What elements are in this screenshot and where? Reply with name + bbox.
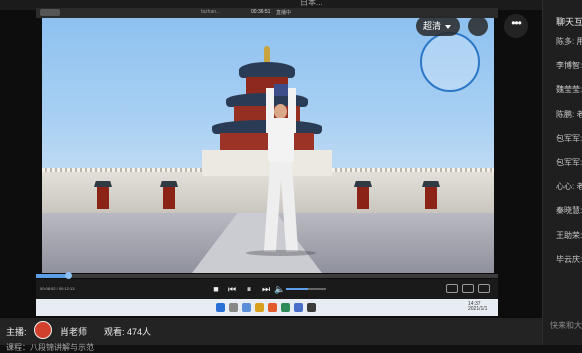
playback-progress-fill [36,274,69,278]
app-icon[interactable] [268,303,277,312]
previous-icon[interactable]: ⏮ [226,283,238,295]
taskbar-clock: 14:37 2021/1/1 [468,301,488,312]
chat-message: 包军军: [556,133,582,143]
player-app-icon[interactable] [294,303,303,312]
stream-info-bar: 主播: 肖老师 观看: 474人 课程：八段锦讲解与示范 [0,318,542,352]
quality-badge-icon[interactable] [446,284,458,293]
playback-knob[interactable] [65,272,73,279]
start-icon[interactable] [216,303,225,312]
chat-panel: 聊天互 陈多: 用李博智: 魏莹莹: 陈鹏: 老包军军: 包军军: 心心: 老秦晓慧: 王… [542,0,582,345]
live-stream-stage: 日本... fazhan... 00:36:51 直播中 00:08:52 / … [0,0,542,318]
volume-icon[interactable]: 🔈 [274,283,286,295]
chat-message-list: 陈多: 用李博智: 魏莹莹: 陈鹏: 老包军军: 包军军: 心心: 老秦晓慧: 王助荣: 毕… [556,36,582,278]
chat-message: 毕云庆: [556,254,582,264]
window-title: 日本... [300,0,323,7]
red-pavilion [94,181,112,211]
share-icon[interactable] [468,16,488,36]
live-duration: 00:36:51 [251,9,271,15]
channel-logo-icon [420,32,480,92]
next-icon[interactable]: ⏭ [260,283,272,295]
chat-message: 陈鹏: 老 [556,109,582,119]
shared-window-label: fazhan... [201,9,221,15]
course-subtitle: 课程：八段锦讲解与示范 [6,343,94,352]
taskview-icon[interactable] [242,303,251,312]
search-icon[interactable] [229,303,238,312]
app-icon[interactable] [281,303,290,312]
playback-time: 00:08:52 / 00:12:13 [40,286,75,291]
raised-book [274,84,288,96]
more-options-button[interactable]: ••• [504,14,528,38]
stop-icon[interactable]: ■ [210,283,222,295]
video-frame[interactable] [42,18,494,273]
quality-selector[interactable]: 超清 [416,16,460,36]
chat-message: 魏莹莹: [556,85,582,95]
folder-icon[interactable] [255,303,264,312]
chat-message: 王助荣: [556,230,582,240]
chat-message: 李博智: [556,61,582,71]
chevron-down-icon [445,24,452,29]
chat-message: 包军军: [556,157,582,167]
fullscreen-icon[interactable] [478,284,490,293]
playback-scrubber[interactable] [36,272,498,279]
player-controls: 00:08:52 / 00:12:13 ■ ⏮ ⏸ ⏭ 🔈 [36,279,498,299]
host-name[interactable]: 肖老师 [60,325,87,338]
pause-icon[interactable]: ⏸ [243,283,255,295]
chat-message: 心心: 老 [556,182,582,192]
volume-slider[interactable] [286,288,326,290]
host-label: 主播: [6,327,27,337]
chat-message: 秦晓慧: [556,206,582,216]
quality-label: 超清 [423,21,442,31]
chat-title: 聊天互 [556,17,582,27]
chat-message: 陈多: 用 [556,37,582,46]
screen-share-icon [40,9,60,16]
host-avatar[interactable] [34,321,52,339]
red-pavilion [354,181,372,211]
red-pavilion [160,181,178,211]
desktop-taskbar: 14:37 2021/1/1 [36,299,498,316]
app-icon[interactable] [307,303,316,312]
chat-input[interactable]: 快来和大 [550,320,582,331]
red-pavilion [422,181,440,211]
instructor-figure [246,78,316,258]
live-status: 直播中 [276,10,292,16]
view-count: 观看: 474人 [104,327,152,337]
playlist-icon[interactable] [462,284,474,293]
